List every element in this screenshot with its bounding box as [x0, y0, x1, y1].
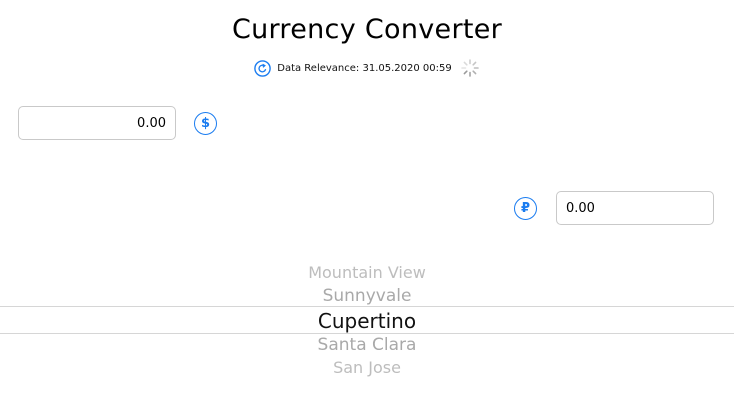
- from-amount-field[interactable]: 0.00: [18, 106, 176, 140]
- dollar-icon[interactable]: $: [194, 112, 217, 135]
- picker-item[interactable]: San Jose: [0, 358, 734, 377]
- data-relevance-row: Data Relevance: 31.05.2020 00:59: [0, 58, 734, 78]
- picker-selection-top-divider: [0, 306, 734, 307]
- picker-item[interactable]: Santa Clara: [0, 335, 734, 355]
- page-title: Currency Converter: [231, 14, 503, 45]
- data-relevance-label: Data Relevance: 31.05.2020 00:59: [277, 62, 452, 74]
- ruble-icon[interactable]: ₽: [514, 197, 537, 220]
- picker-item[interactable]: Sunnyvale: [0, 286, 734, 306]
- refresh-icon[interactable]: [254, 59, 272, 77]
- picker-selection-bottom-divider: [0, 333, 734, 334]
- picker-item-selected[interactable]: Cupertino: [0, 309, 734, 333]
- city-picker[interactable]: Mountain View Sunnyvale Cupertino Santa …: [0, 258, 734, 384]
- to-amount-field[interactable]: 0.00: [556, 191, 714, 225]
- spinner-icon: [460, 58, 480, 78]
- picker-item[interactable]: Mountain View: [0, 263, 734, 282]
- currency-converter-screen: Currency Converter Data Relevance: 31.05…: [0, 0, 734, 411]
